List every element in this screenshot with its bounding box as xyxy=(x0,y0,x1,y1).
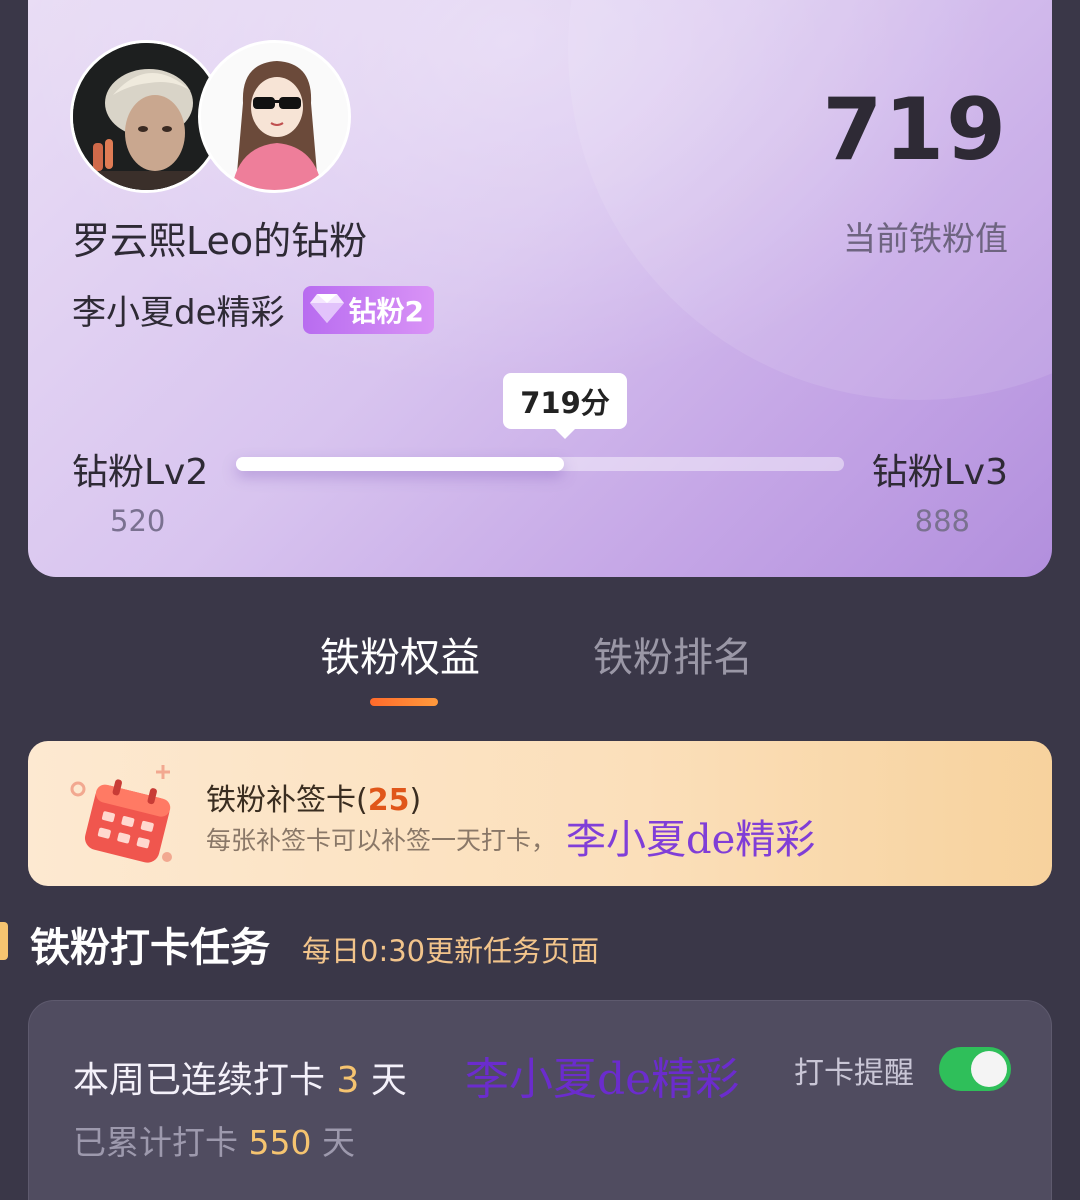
streak-prefix: 本周已连续打卡 xyxy=(73,1060,326,1101)
active-tab-indicator xyxy=(370,698,438,706)
user-row: 李小夏de精彩 钻粉2 xyxy=(72,285,434,334)
reminder-toggle[interactable] xyxy=(939,1047,1011,1091)
section-accent-bar xyxy=(0,922,8,960)
makeup-card-banner[interactable]: 铁粉补签卡(25) 每张补签卡可以补签一天打卡， 李小夏de精彩 xyxy=(28,741,1052,886)
total-prefix: 已累计打卡 xyxy=(73,1123,238,1162)
next-level-threshold: 888 xyxy=(914,504,970,538)
streak-suffix: 天 xyxy=(370,1060,407,1101)
progress-score-bubble: 719分 xyxy=(503,373,627,439)
user-avatar[interactable] xyxy=(198,40,351,193)
watermark-text: 李小夏de精彩 xyxy=(465,1054,740,1105)
makeup-card-description: 每张补签卡可以补签一天打卡， xyxy=(206,826,557,855)
checkin-section-subtitle: 每日0:30更新任务页面 xyxy=(302,934,600,968)
streak-days: 3 xyxy=(336,1060,360,1101)
level-progress-bar xyxy=(236,457,844,471)
user-name: 李小夏de精彩 xyxy=(72,293,285,333)
level-progress-fill xyxy=(236,457,565,471)
makeup-card-title: 铁粉补签卡(25) xyxy=(206,775,421,819)
level-badge: 钻粉2 xyxy=(302,285,434,334)
diamond-icon xyxy=(309,292,345,328)
weekly-streak: 本周已连续打卡 3 天 xyxy=(73,1051,407,1103)
fan-level-card: 罗云熙Leo的钻粉 李小夏de精彩 钻粉2 719 当前铁粉值 719分 钻粉L… xyxy=(28,0,1052,577)
score-caption: 当前铁粉值 xyxy=(843,219,1008,258)
current-level-label: 钻粉Lv2 xyxy=(72,452,209,493)
level-badge-label: 钻粉2 xyxy=(348,294,424,328)
current-level-threshold: 520 xyxy=(110,504,166,538)
fan-title: 罗云熙Leo的钻粉 xyxy=(72,219,368,263)
calendar-icon xyxy=(68,761,188,871)
checkin-card: 本周已连续打卡 3 天 已累计打卡 550 天 李小夏de精彩 打卡提醒 xyxy=(28,1000,1052,1200)
checkin-section-title: 铁粉打卡任务 xyxy=(30,925,270,971)
makeup-card-count: 25 xyxy=(367,783,410,818)
total-days: 550 xyxy=(248,1123,312,1162)
tab-fan-ranking[interactable]: 铁粉排名 xyxy=(593,625,753,683)
makeup-count-close: ) xyxy=(409,783,422,818)
tab-fan-rights[interactable]: 铁粉权益 xyxy=(320,625,480,683)
reminder-label: 打卡提醒 xyxy=(794,1056,914,1091)
current-score: 719 xyxy=(822,80,1008,180)
watermark-text: 李小夏de精彩 xyxy=(566,817,816,863)
total-suffix: 天 xyxy=(322,1123,355,1162)
total-checkins: 已累计打卡 550 天 xyxy=(73,1116,355,1164)
makeup-card-title-text: 铁粉补签卡 xyxy=(206,783,356,818)
makeup-count-open: ( xyxy=(356,783,368,818)
toggle-knob xyxy=(971,1051,1007,1087)
next-level-label: 钻粉Lv3 xyxy=(871,452,1008,493)
